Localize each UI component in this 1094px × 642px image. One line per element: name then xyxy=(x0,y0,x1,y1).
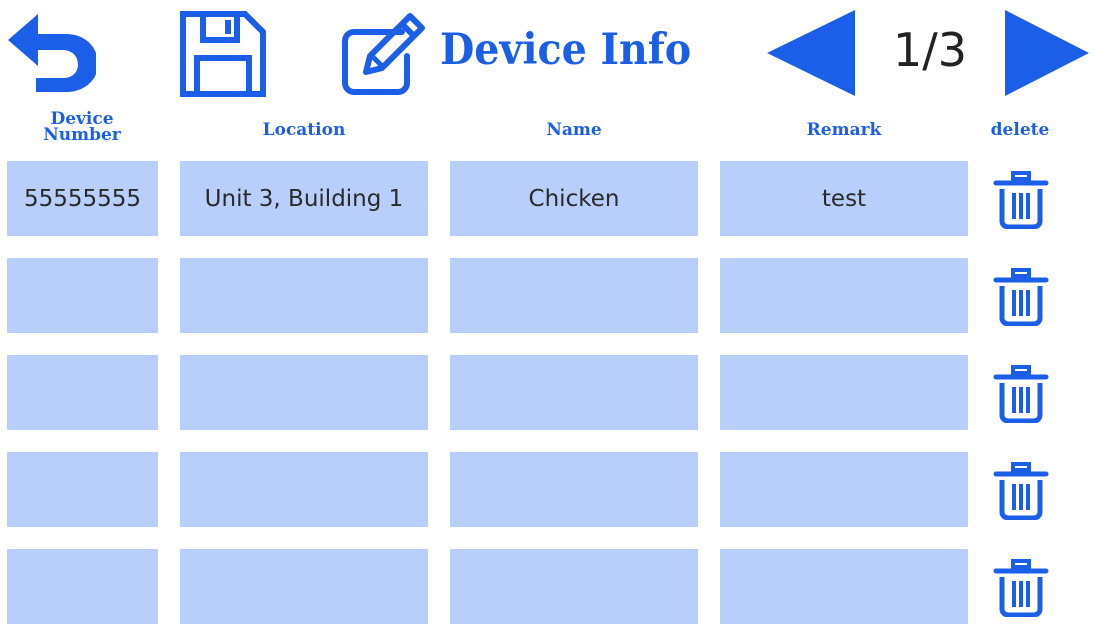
cell-location[interactable] xyxy=(180,549,428,624)
pencil-square-icon xyxy=(342,13,425,95)
cell-remark[interactable] xyxy=(720,258,968,333)
back-button[interactable] xyxy=(6,10,96,92)
delete-row-button[interactable] xyxy=(993,365,1049,423)
cell-location[interactable] xyxy=(180,258,428,333)
edit-button[interactable] xyxy=(340,10,426,96)
undo-arrow-icon xyxy=(8,14,96,92)
triangle-right-icon xyxy=(1005,10,1089,96)
next-page-button[interactable] xyxy=(1003,8,1091,98)
trash-can-icon xyxy=(993,268,1049,326)
delete-row-button[interactable] xyxy=(993,462,1049,520)
delete-row-button[interactable] xyxy=(993,268,1049,326)
column-header-remark: Remark xyxy=(806,120,882,140)
delete-row-button[interactable] xyxy=(993,559,1049,617)
cell-location[interactable] xyxy=(180,452,428,527)
cell-location[interactable]: Unit 3, Building 1 xyxy=(180,161,428,236)
cell-remark[interactable] xyxy=(720,549,968,624)
cell-device-number[interactable]: 55555555 xyxy=(7,161,158,236)
floppy-disk-icon xyxy=(180,11,266,97)
cell-name[interactable] xyxy=(450,355,698,430)
previous-page-button[interactable] xyxy=(765,8,857,98)
cell-remark[interactable] xyxy=(720,452,968,527)
cell-name[interactable] xyxy=(450,258,698,333)
cell-device-number[interactable] xyxy=(7,258,158,333)
column-header-delete: delete xyxy=(990,120,1050,140)
cell-device-number[interactable] xyxy=(7,549,158,624)
delete-row-button[interactable] xyxy=(993,171,1049,229)
cell-remark[interactable] xyxy=(720,355,968,430)
cell-device-number[interactable] xyxy=(7,452,158,527)
cell-device-number[interactable] xyxy=(7,355,158,430)
trash-can-icon xyxy=(993,365,1049,423)
cell-remark[interactable]: test xyxy=(720,161,968,236)
cell-name[interactable] xyxy=(450,549,698,624)
save-button[interactable] xyxy=(179,10,267,98)
page-title: Device Info xyxy=(440,25,692,75)
trash-can-icon xyxy=(993,559,1049,617)
triangle-left-icon xyxy=(767,10,855,96)
trash-can-icon xyxy=(993,171,1049,229)
cell-name[interactable]: Chicken xyxy=(450,161,698,236)
cell-location[interactable] xyxy=(180,355,428,430)
column-header-name: Name xyxy=(546,120,602,140)
column-header-device-number: Device Number xyxy=(7,111,157,145)
trash-can-icon xyxy=(993,462,1049,520)
column-header-location: Location xyxy=(262,120,346,140)
cell-name[interactable] xyxy=(450,452,698,527)
column-header-device-number-line2: Number xyxy=(43,125,121,145)
page-indicator: 1/3 xyxy=(892,23,968,77)
